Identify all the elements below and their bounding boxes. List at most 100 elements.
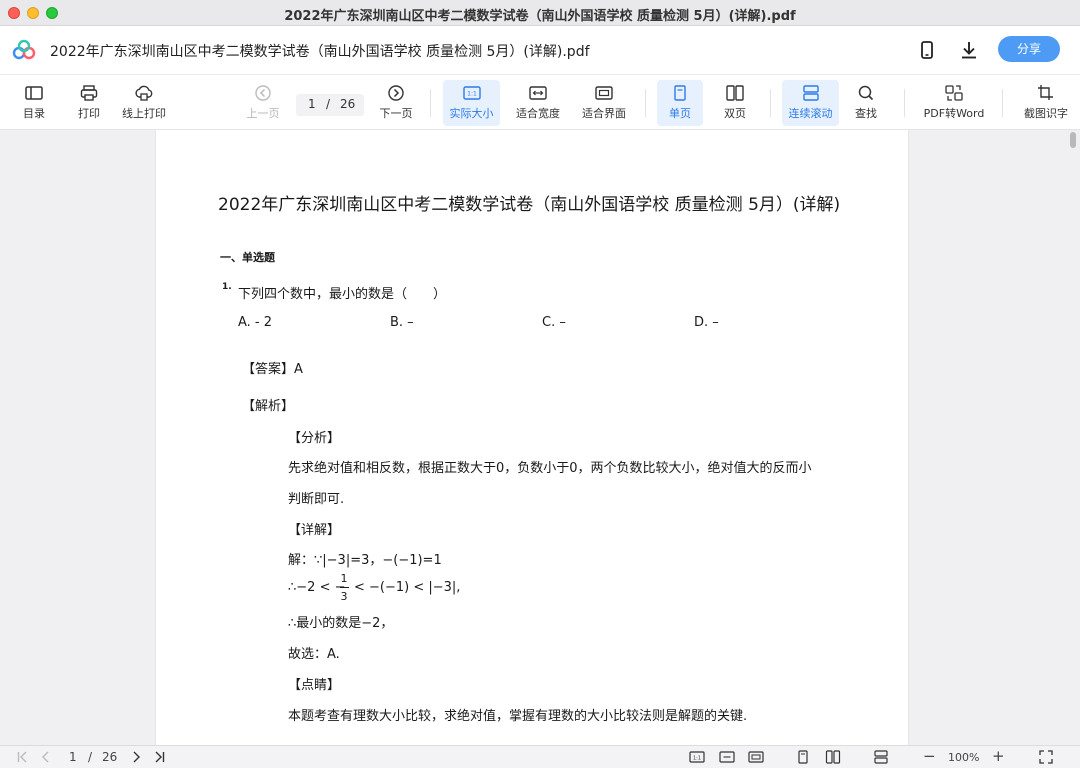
toolbar-divider [770,89,771,117]
bottom-page-total: 26 [102,750,118,764]
fraction-numerator: 1 [340,572,348,585]
prev-page-icon[interactable] [39,750,53,764]
actual-size-icon: 1:1 [462,86,481,100]
dianjing-heading: 【点睛】 [288,678,341,693]
window-titlebar: 2022年广东深圳南山区中考二模数学试卷（南山外国语学校 质量检测 5月）(详解… [0,0,1080,26]
document-viewer[interactable]: 2022年广东深圳南山区中考二模数学试卷（南山外国语学校 质量检测 5月）(详解… [0,130,1080,745]
print-button[interactable]: 打印 [69,80,109,126]
double-page-button[interactable]: 双页 [713,80,757,126]
solve-line-2-start: ∴−2 < − [288,580,346,595]
toc-label: 目录 [23,107,45,120]
answer-line: 【答案】A [242,362,303,377]
single-page-button[interactable]: 单页 [657,80,703,126]
solve-line-3: ∴最小的数是−2， [288,616,394,631]
actual-size-label: 实际大小 [449,107,494,120]
continuous-scroll-button[interactable]: 连续滚动 [782,80,839,126]
zoom-out-button[interactable]: − [923,747,936,765]
option-d: D. – [694,315,719,330]
actual-size-small-icon[interactable]: 1:1 [689,750,705,764]
online-print-button[interactable]: 线上打印 [118,80,170,126]
bottom-page-separator: / [88,750,93,764]
option-b: B. – [390,315,414,330]
fit-page-label: 适合界面 [582,107,626,120]
fit-width-small-icon[interactable] [719,750,735,764]
screenshot-ocr-button[interactable]: 截图识字 [1018,80,1074,126]
next-page-icon[interactable] [129,750,143,764]
option-a: A. - 2 [238,315,273,330]
bottom-bar: 1 / 26 1:1 − 100% + [0,745,1080,768]
next-page-button[interactable]: 下一页 [376,80,416,126]
cloud-print-icon [135,85,153,101]
online-print-label: 线上打印 [122,107,166,120]
fenxi-line-1: 先求绝对值和相反数，根据正数大于0，负数小于0，两个负数比较大小，绝对值大的反而… [288,461,812,476]
zoom-level[interactable]: 100% [948,751,979,764]
fraction-bar [340,587,349,588]
fraction-denominator: 3 [340,590,348,603]
toc-button[interactable]: 目录 [14,80,54,126]
page-current: 1 [308,97,316,111]
chevron-left-circle-icon [255,85,271,101]
scrollbar-thumb[interactable] [1070,132,1076,148]
chevron-right-circle-icon [388,85,404,101]
pdf-to-word-button[interactable]: PDF转Word [919,80,989,126]
toolbar-divider [645,89,646,117]
svg-text:1:1: 1:1 [693,756,701,762]
question-text: 下列四个数中，最小的数是（ ） [238,287,447,302]
printer-icon [80,85,98,101]
find-label: 查找 [855,107,877,120]
convert-icon [945,85,963,101]
vertical-scrollbar[interactable] [1068,130,1078,745]
fit-page-icon [595,86,613,100]
zoom-in-button[interactable]: + [992,747,1005,765]
find-button[interactable]: 查找 [846,80,886,126]
download-icon[interactable] [957,38,981,62]
solve-line-2-end: < −(−1) < |−3|, [354,580,461,595]
document-title: 2022年广东深圳南山区中考二模数学试卷（南山外国语学校 质量检测 5月）(详解… [50,44,590,60]
continuous-scroll-icon [802,85,819,101]
page-total: 26 [340,97,356,111]
pdf-to-word-label: PDF转Word [923,107,985,120]
question-number: 1. [222,282,232,292]
fit-width-button[interactable]: 适合宽度 [511,80,565,126]
app-header: 2022年广东深圳南山区中考二模数学试卷（南山外国语学校 质量检测 5月）(详解… [0,26,1080,74]
page-separator: / [326,97,331,111]
last-page-icon[interactable] [152,750,166,764]
fullscreen-icon[interactable] [1039,750,1053,764]
single-page-label: 单页 [669,107,691,120]
analysis-heading: 【解析】 [242,399,295,414]
print-label: 打印 [78,107,100,120]
window-title: 2022年广东深圳南山区中考二模数学试卷（南山外国语学校 质量检测 5月）(详解… [284,9,796,24]
svg-text:1:1: 1:1 [467,91,477,98]
toc-icon [25,86,43,100]
actual-size-button[interactable]: 1:1 实际大小 [443,80,500,126]
fit-width-icon [529,86,547,100]
page-number-input[interactable]: 1 / 26 [296,94,364,116]
solve-line-4: 故选：A. [288,647,340,662]
main-toolbar: 目录 打印 线上打印 上一页 1 / 26 下一页 1:1 实际大小 适合宽度 … [0,74,1080,130]
app-logo-icon [12,39,36,60]
toolbar-divider [1002,89,1003,117]
prev-page-button[interactable]: 上一页 [243,80,283,126]
phone-icon[interactable] [915,38,939,62]
fit-page-small-icon[interactable] [748,750,764,764]
crop-icon [1038,85,1053,100]
page-heading: 2022年广东深圳南山区中考二模数学试卷（南山外国语学校 质量检测 5月）(详解… [218,195,841,215]
bottom-page-current[interactable]: 1 [69,750,77,764]
fenxi-heading: 【分析】 [288,431,341,446]
single-page-icon [674,85,686,101]
share-button[interactable]: 分享 [998,36,1060,62]
first-page-icon[interactable] [16,750,30,764]
double-page-icon [726,85,744,101]
double-page-small-icon[interactable] [825,750,841,764]
pdf-page: 2022年广东深圳南山区中考二模数学试卷（南山外国语学校 质量检测 5月）(详解… [156,130,908,745]
search-icon [858,85,874,101]
fit-page-button[interactable]: 适合界面 [577,80,631,126]
continuous-scroll-small-icon[interactable] [873,750,889,764]
fenxi-line-2: 判断即可. [288,492,345,507]
dianjing-text: 本题考查有理数大小比较，求绝对值，掌握有理数的大小比较法则是解题的关键. [288,709,748,724]
fit-width-label: 适合宽度 [516,107,560,120]
prev-page-label: 上一页 [246,107,280,120]
single-page-small-icon[interactable] [796,750,810,764]
next-page-label: 下一页 [379,107,413,120]
screenshot-ocr-label: 截图识字 [1024,107,1068,120]
